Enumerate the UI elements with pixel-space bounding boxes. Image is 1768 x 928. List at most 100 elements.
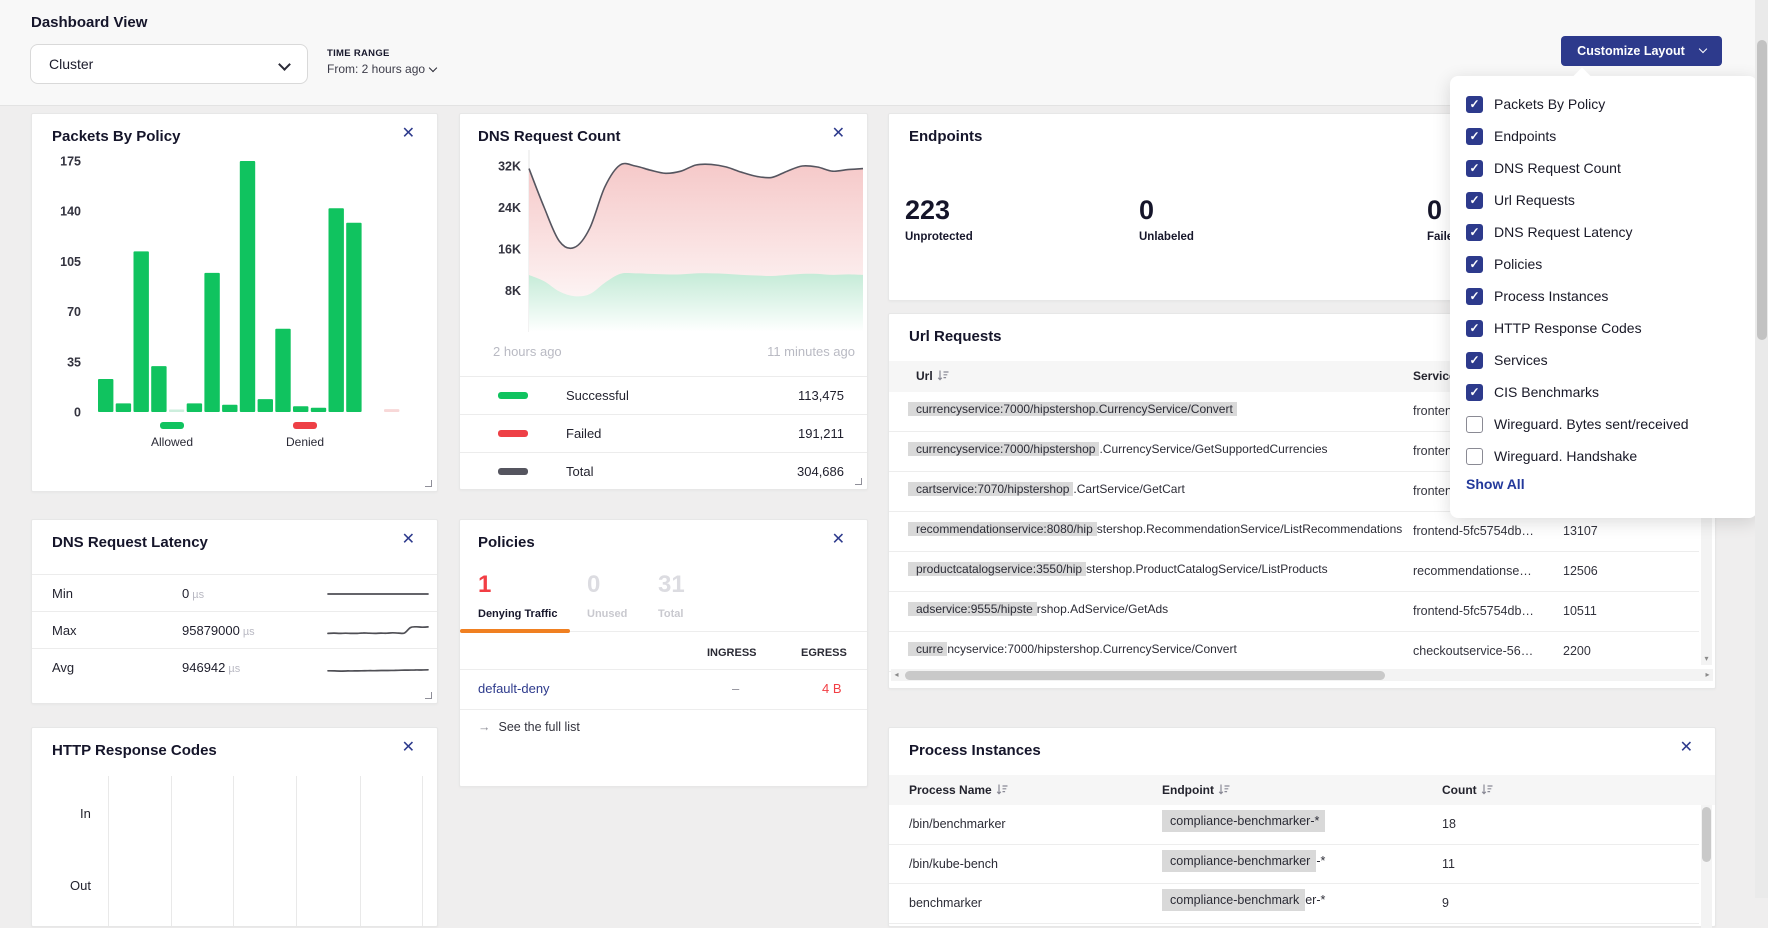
count-cell: 12506 (1563, 564, 1598, 578)
url-text: ncyservice:7000/hipstershop.CurrencyServ… (947, 642, 1236, 656)
card-dns-request-count: DNS Request Count ✕ 8K16K24K32K 2 hours … (459, 113, 868, 490)
arrow-right-icon: → (478, 720, 491, 734)
time-range-value[interactable]: From: 2 hours ago (327, 62, 436, 76)
policy-link-default-deny[interactable]: default-deny (478, 681, 550, 696)
stat-value: 223 (905, 196, 973, 226)
sort-icon (1218, 784, 1230, 795)
tab-total[interactable]: 31 Total (658, 572, 685, 620)
vertical-scrollbar[interactable] (1701, 805, 1712, 928)
endpoint-highlighted-text: compliance-benchmarker (1162, 850, 1316, 872)
endpoint-text: -* (1316, 854, 1325, 868)
url-request-row: recommendationservice:8080/hipstershop.R… (889, 512, 1699, 552)
menu-item-services[interactable]: Services (1466, 344, 1747, 376)
resize-handle[interactable] (855, 478, 862, 485)
latency-row-avg: Avg 946942µs (32, 648, 437, 686)
divider (460, 669, 867, 670)
see-full-list-link[interactable]: →See the full list (478, 720, 580, 734)
scroll-right-arrow[interactable]: ▸ (1702, 669, 1713, 681)
stat-unlabeled: 0 Unlabeled (1139, 196, 1194, 243)
process-name-column-header[interactable]: Process Name (909, 783, 1008, 797)
failed-swatch (498, 430, 528, 437)
url-request-row: productcatalogservice:3550/hipstershop.P… (889, 552, 1699, 592)
checkbox-checked-icon[interactable] (1466, 288, 1483, 305)
gridline (360, 776, 361, 926)
menu-item-packets-by-policy[interactable]: Packets By Policy (1466, 88, 1747, 120)
menu-item-wireguard-bytes-sent-received[interactable]: Wireguard. Bytes sent/received (1466, 408, 1747, 440)
count-cell: 18 (1442, 817, 1456, 831)
card-title: Process Instances (909, 742, 1041, 759)
checkbox-checked-icon[interactable] (1466, 160, 1483, 177)
checkbox-checked-icon[interactable] (1466, 352, 1483, 369)
card-packets-by-policy: Packets By Policy ✕ 03570105140175 Allow… (31, 113, 438, 492)
resize-handle[interactable] (425, 480, 432, 487)
menu-item-label: DNS Request Count (1494, 160, 1621, 176)
close-icon[interactable]: ✕ (1680, 740, 1693, 756)
url-text: stershop.ProductCatalogService/ListProdu… (1086, 562, 1327, 576)
menu-item-policies[interactable]: Policies (1466, 248, 1747, 280)
svg-text:175: 175 (60, 155, 81, 169)
menu-item-url-requests[interactable]: Url Requests (1466, 184, 1747, 216)
menu-item-wireguard-handshake[interactable]: Wireguard. Handshake (1466, 440, 1747, 472)
url-highlighted-text: currencyservice:7000/hipstershop (908, 442, 1099, 456)
checkbox-checked-icon[interactable] (1466, 384, 1483, 401)
url-cell: currencyservice:7000/hipstershop.Currenc… (908, 442, 1328, 456)
horizontal-scrollbar[interactable]: ◂ ▸ (891, 669, 1713, 681)
url-text: .CartService/GetCart (1073, 482, 1184, 496)
latency-row-min: Min 0µs (32, 574, 437, 612)
customize-layout-button[interactable]: Customize Layout (1561, 36, 1722, 66)
egress-value: 4 B (822, 681, 842, 696)
url-column-header[interactable]: Url (916, 369, 949, 383)
checkbox-checked-icon[interactable] (1466, 224, 1483, 241)
legend-denied: Denied (282, 422, 328, 449)
menu-item-process-instances[interactable]: Process Instances (1466, 280, 1747, 312)
service-cell: frontend-5fc5754db… (1413, 604, 1534, 618)
service-cell: recommendationse… (1413, 564, 1532, 578)
view-selector[interactable]: Cluster (30, 44, 308, 84)
close-icon[interactable]: ✕ (402, 532, 415, 548)
count-column-header[interactable]: Count (1442, 783, 1493, 797)
checkbox-unchecked-icon[interactable] (1466, 448, 1483, 465)
close-icon[interactable]: ✕ (402, 740, 415, 756)
svg-text:140: 140 (60, 205, 81, 219)
ingress-header: INGRESS (707, 647, 757, 659)
svg-text:0: 0 (74, 406, 81, 420)
page-scrollbar[interactable] (1755, 0, 1768, 898)
menu-item-endpoints[interactable]: Endpoints (1466, 120, 1747, 152)
min-sparkline (324, 582, 432, 604)
menu-item-cis-benchmarks[interactable]: CIS Benchmarks (1466, 376, 1747, 408)
show-all-link[interactable]: Show All (1466, 476, 1525, 492)
endpoint-column-header[interactable]: Endpoint (1162, 783, 1230, 797)
menu-item-label: DNS Request Latency (1494, 224, 1633, 240)
tab-unused[interactable]: 0 Unused (587, 572, 627, 620)
total-swatch (498, 468, 528, 475)
resize-handle[interactable] (425, 692, 432, 699)
checkbox-checked-icon[interactable] (1466, 320, 1483, 337)
url-highlighted-text: productcatalogservice:3550/hip (908, 562, 1086, 576)
checkbox-checked-icon[interactable] (1466, 256, 1483, 273)
checkbox-unchecked-icon[interactable] (1466, 416, 1483, 433)
card-process-instances: Process Instances ✕ Process Name Endpoin… (888, 727, 1716, 927)
menu-item-dns-request-latency[interactable]: DNS Request Latency (1466, 216, 1747, 248)
card-title: Policies (478, 534, 535, 551)
scroll-left-arrow[interactable]: ◂ (891, 669, 902, 681)
checkbox-checked-icon[interactable] (1466, 192, 1483, 209)
tab-denying-traffic[interactable]: 1 Denying Traffic (478, 572, 557, 620)
close-icon[interactable]: ✕ (832, 126, 845, 142)
process-instance-row: benchmarkercompliance-benchmarker-*9 (889, 884, 1699, 924)
active-tab-underline (460, 629, 570, 633)
x-axis-left-label: 2 hours ago (493, 344, 562, 359)
close-icon[interactable]: ✕ (832, 532, 845, 548)
allowed-swatch (160, 422, 184, 429)
menu-item-dns-request-count[interactable]: DNS Request Count (1466, 152, 1747, 184)
menu-item-label: Url Requests (1494, 192, 1575, 208)
scroll-down-arrow[interactable]: ▾ (1701, 653, 1712, 665)
stat-label: Unprotected (905, 231, 973, 243)
max-sparkline (324, 619, 432, 641)
checkbox-checked-icon[interactable] (1466, 128, 1483, 145)
menu-item-http-response-codes[interactable]: HTTP Response Codes (1466, 312, 1747, 344)
x-axis-right-label: 11 minutes ago (767, 344, 855, 359)
close-icon[interactable]: ✕ (402, 126, 415, 142)
svg-text:8K: 8K (505, 284, 521, 298)
checkbox-checked-icon[interactable] (1466, 96, 1483, 113)
ingress-value: – (732, 681, 739, 696)
